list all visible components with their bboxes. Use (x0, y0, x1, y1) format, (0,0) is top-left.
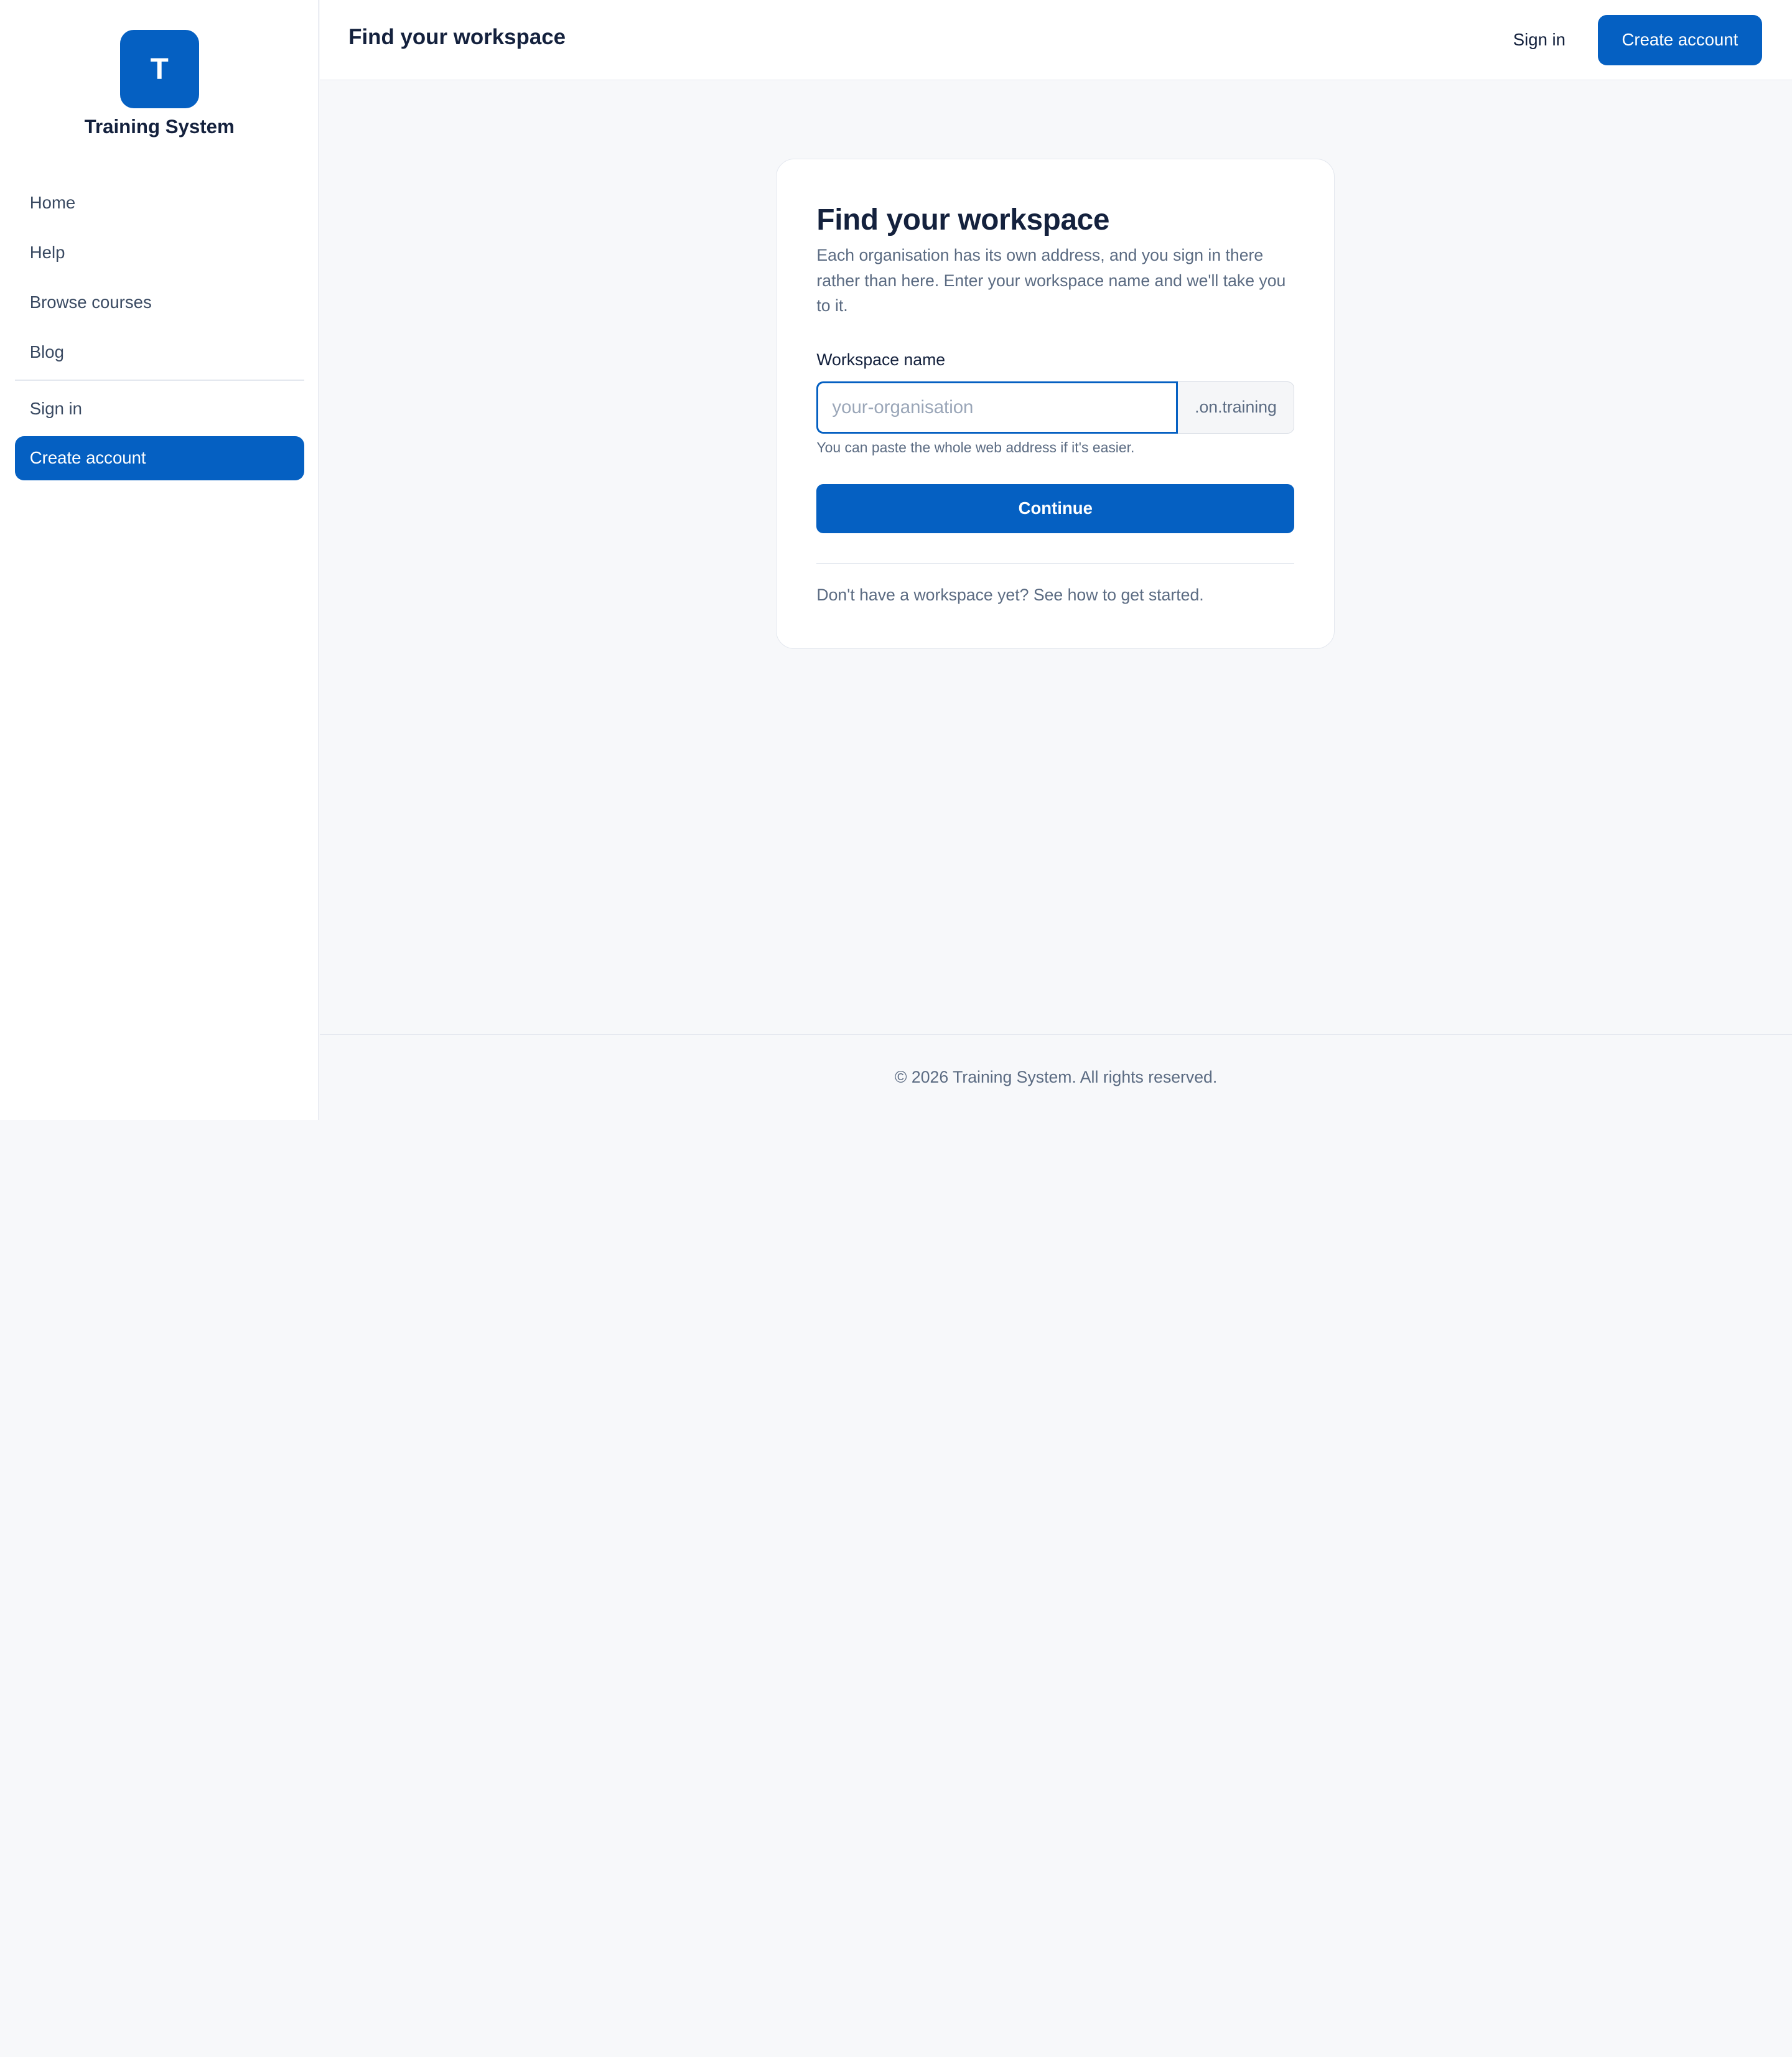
sign-in-button[interactable]: Sign in (1497, 15, 1582, 65)
card-title: Find your workspace (816, 203, 1110, 237)
logo-badge[interactable]: T (119, 29, 199, 109)
get-started-prefix: Don't have a workspace yet? (816, 585, 1029, 605)
get-started-note: Don't have a workspace yet? See how to g… (816, 585, 1203, 605)
card-description: Each organisation has its own address, a… (816, 246, 1286, 315)
app-root: T Training System Home Help Browse cours… (0, 0, 1792, 1120)
workspace-name-input[interactable] (816, 381, 1178, 434)
workspace-input-group: .on.training (816, 381, 1295, 434)
domain-suffix: .on.training (1177, 381, 1295, 434)
sidebar-nav: Home Help Browse courses Blog Sign in Cr… (14, 180, 304, 485)
sidebar-divider (14, 379, 304, 381)
app-name: Training System (84, 115, 235, 138)
create-account-button[interactable]: Create account (1597, 14, 1763, 65)
find-workspace-card: Find your workspace Each organisation ha… (776, 159, 1335, 650)
copyright-text: © 2026 Training System. All rights reser… (894, 1068, 1218, 1087)
page-footer: © 2026 Training System. All rights reser… (320, 1034, 1792, 1120)
workspace-name-label: Workspace name (816, 350, 946, 370)
sidebar-item-help[interactable]: Help (15, 230, 304, 275)
top-bar: Find your workspace Sign in Create accou… (320, 0, 1792, 80)
page-title: Find your workspace (348, 25, 566, 50)
sidebar: T Training System Home Help Browse cours… (0, 0, 319, 1120)
sidebar-item-sign-in[interactable]: Sign in (15, 386, 304, 431)
continue-button[interactable]: Continue (816, 483, 1295, 533)
sidebar-item-browse-courses[interactable]: Browse courses (15, 280, 304, 325)
get-started-link[interactable]: See how to get started. (1034, 585, 1204, 604)
sidebar-item-home[interactable]: Home (15, 180, 304, 225)
card-divider (816, 562, 1295, 564)
sidebar-item-blog[interactable]: Blog (15, 330, 304, 375)
input-hint: You can paste the whole web address if i… (816, 439, 1135, 456)
sidebar-item-create-account[interactable]: Create account (14, 436, 304, 481)
